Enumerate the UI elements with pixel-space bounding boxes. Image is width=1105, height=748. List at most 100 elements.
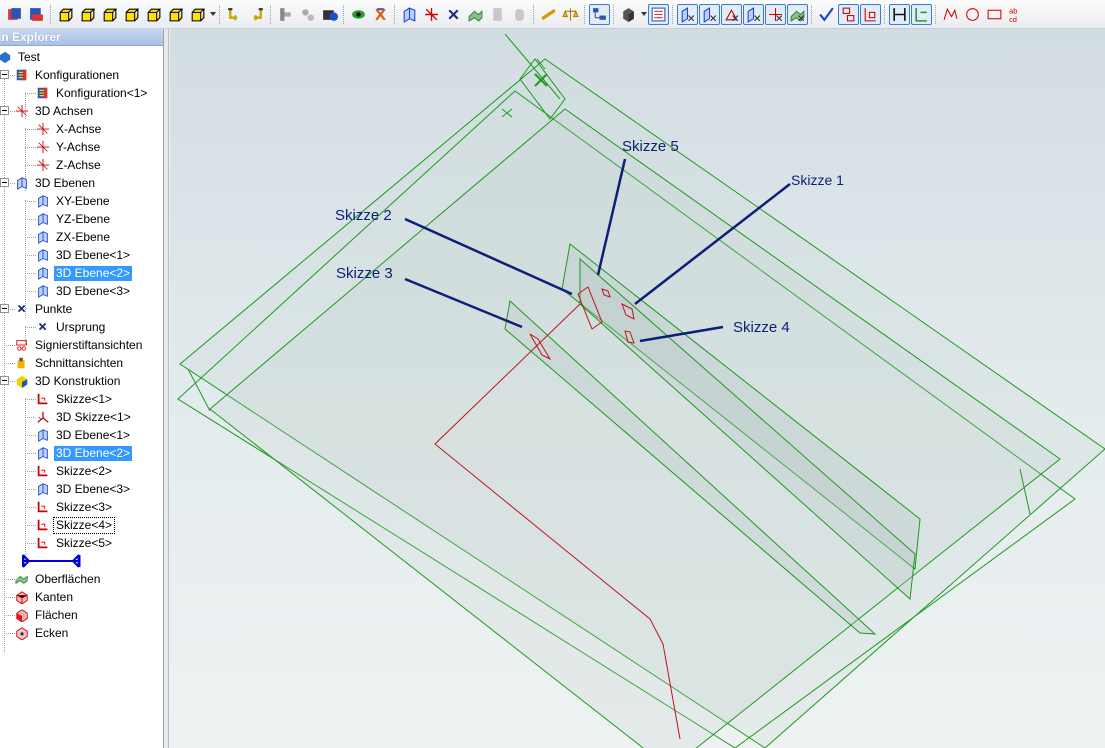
markup-pen-icon — [15, 338, 29, 352]
regen-icon[interactable] — [370, 4, 391, 25]
undo-arrow-icon[interactable] — [224, 4, 245, 25]
tree-item-ke1[interactable]: 3D Ebene<1> — [36, 426, 132, 444]
gray-box-2-icon[interactable] — [509, 4, 530, 25]
tree-item-s3[interactable]: Skizze<3> — [36, 498, 114, 516]
print-icon[interactable] — [275, 4, 296, 25]
view-dropdown-icon[interactable] — [187, 4, 208, 25]
cfg-e-icon[interactable] — [743, 3, 764, 25]
tree-item-achsen[interactable]: 3D Achsen — [15, 102, 95, 120]
tree-item-s1[interactable]: Skizze<1> — [36, 390, 114, 408]
measure-icon[interactable] — [538, 4, 559, 25]
tree-item-punkte[interactable]: Punkte — [15, 300, 74, 318]
tree-item-e3[interactable]: 3D Ebene<3> — [36, 282, 132, 300]
tree-item-ke2[interactable]: 3D Ebene<2> — [36, 444, 133, 462]
tree-item-flaechen[interactable]: Flächen — [15, 606, 80, 624]
point-icon[interactable] — [443, 4, 464, 25]
hide-show-icon[interactable] — [319, 4, 340, 25]
gray-box-icon[interactable] — [487, 4, 508, 25]
tree-item-konfig1[interactable]: Konfiguration<1> — [36, 84, 149, 102]
axis-icon[interactable] — [421, 4, 442, 25]
surface-icon[interactable] — [465, 4, 486, 25]
tree-item-s5[interactable]: Skizze<5> — [36, 534, 114, 552]
tree-item-konstr[interactable]: 3D Konstruktion — [15, 372, 122, 390]
tree-item-oberfl[interactable]: Oberflächen — [15, 570, 102, 588]
cfg-b-icon[interactable] — [677, 3, 698, 25]
tree-item-signier[interactable]: Signierstiftansichten — [15, 336, 144, 354]
redo-arrow-icon[interactable] — [246, 4, 267, 25]
feature-tree: Test Konfigurationen Konfiguration<1> 3D Ac… — [0, 46, 163, 746]
tree-item-yachse[interactable]: Y-Achse — [36, 138, 102, 156]
red-line-icon[interactable] — [940, 4, 961, 25]
shaded-cube-icon[interactable] — [618, 4, 639, 25]
model-canvas[interactable] — [170, 29, 1105, 748]
tree-item-konfig[interactable]: Konfigurationen — [15, 66, 121, 84]
collapse-toggle[interactable] — [0, 376, 9, 385]
chevron-down-icon[interactable] — [640, 4, 647, 25]
explorer-config-icon[interactable] — [26, 4, 47, 25]
rollback-bar-icon[interactable] — [22, 554, 82, 568]
tree-item-zx[interactable]: ZX-Ebene — [36, 228, 112, 246]
split-icon[interactable] — [911, 3, 932, 25]
toolbar-separator — [270, 4, 272, 24]
tree-item-s2[interactable]: Skizze<2> — [36, 462, 114, 480]
tree-item-e2[interactable]: 3D Ebene<2> — [36, 264, 133, 282]
tree-item-ke3[interactable]: 3D Ebene<3> — [36, 480, 132, 498]
view-iso-icon[interactable] — [165, 4, 186, 25]
main-toolbar: ab cd — [0, 0, 1105, 29]
cfg-c-icon[interactable] — [699, 3, 720, 25]
red-circle-icon[interactable] — [962, 4, 983, 25]
check-icon[interactable] — [816, 4, 837, 25]
sign-icon[interactable] — [297, 4, 318, 25]
plane-icon[interactable] — [399, 4, 420, 25]
callout-skizze-2: Skizze 2 — [335, 207, 392, 224]
configuration-icon — [15, 68, 29, 82]
collapse-toggle[interactable] — [0, 178, 9, 187]
panel-splitter[interactable] — [164, 29, 169, 748]
view-top-icon[interactable] — [143, 4, 164, 25]
cfg-g-icon[interactable] — [787, 3, 808, 25]
view-right-icon[interactable] — [121, 4, 142, 25]
pair-red-icon[interactable] — [838, 3, 859, 25]
collapse-toggle[interactable] — [0, 70, 9, 79]
chevron-down-icon[interactable] — [209, 4, 216, 25]
cfg-d-icon[interactable] — [721, 3, 742, 25]
tree-item-yz[interactable]: YZ-Ebene — [36, 210, 112, 228]
tree-item-label: Skizze<5> — [56, 535, 113, 550]
tree-item-s3d1[interactable]: 3D Skizze<1> — [36, 408, 133, 426]
red-text-icon[interactable]: ab cd — [1006, 4, 1027, 25]
callout-skizze-3: Skizze 3 — [336, 265, 393, 282]
tree-item-zachse[interactable]: Z-Achse — [36, 156, 103, 174]
tree-item-label: 3D Achsen — [35, 103, 94, 118]
pair-red-2-icon[interactable] — [860, 3, 881, 25]
face-icon — [15, 608, 29, 622]
view-back-icon[interactable] — [77, 4, 98, 25]
tree-item-root[interactable]: Test — [0, 48, 42, 66]
view-left-icon[interactable] — [99, 4, 120, 25]
cfg-f-icon[interactable] — [765, 3, 786, 25]
cfg-a-icon[interactable] — [648, 3, 669, 25]
tree-item-ebenen[interactable]: 3D Ebenen — [15, 174, 97, 192]
tree-item-label: Flächen — [35, 607, 78, 622]
tree-item-xachse[interactable]: X-Achse — [36, 120, 103, 138]
tree-item-s4[interactable]: Skizze<4> — [36, 516, 116, 534]
view-front-icon[interactable] — [55, 4, 76, 25]
tree-item-label: Skizze<2> — [56, 463, 113, 478]
tree-item-ursprung[interactable]: Ursprung — [36, 318, 107, 336]
collapse-toggle[interactable] — [0, 304, 9, 313]
callout-skizze-5: Skizze 5 — [622, 138, 679, 155]
tree-item-kanten[interactable]: Kanten — [15, 588, 75, 606]
eye-refresh-icon[interactable] — [348, 4, 369, 25]
span-icon[interactable] — [889, 3, 910, 25]
plane-icon — [36, 284, 50, 298]
3d-viewport[interactable]: Skizze 1 Skizze 2 Skizze 3 Skizze 4 Skiz… — [170, 29, 1105, 748]
tree-item-ecken[interactable]: Ecken — [15, 624, 70, 642]
explorer-icon[interactable] — [4, 4, 25, 25]
collapse-toggle[interactable] — [0, 106, 9, 115]
red-rect-icon[interactable] — [984, 4, 1005, 25]
tree-icon[interactable] — [589, 3, 610, 25]
tree-item-rollback[interactable] — [22, 552, 82, 570]
tree-item-schnitt[interactable]: Schnittansichten — [15, 354, 125, 372]
balance-icon[interactable] — [560, 4, 581, 25]
tree-item-xy[interactable]: XY-Ebene — [36, 192, 112, 210]
tree-item-e1[interactable]: 3D Ebene<1> — [36, 246, 132, 264]
